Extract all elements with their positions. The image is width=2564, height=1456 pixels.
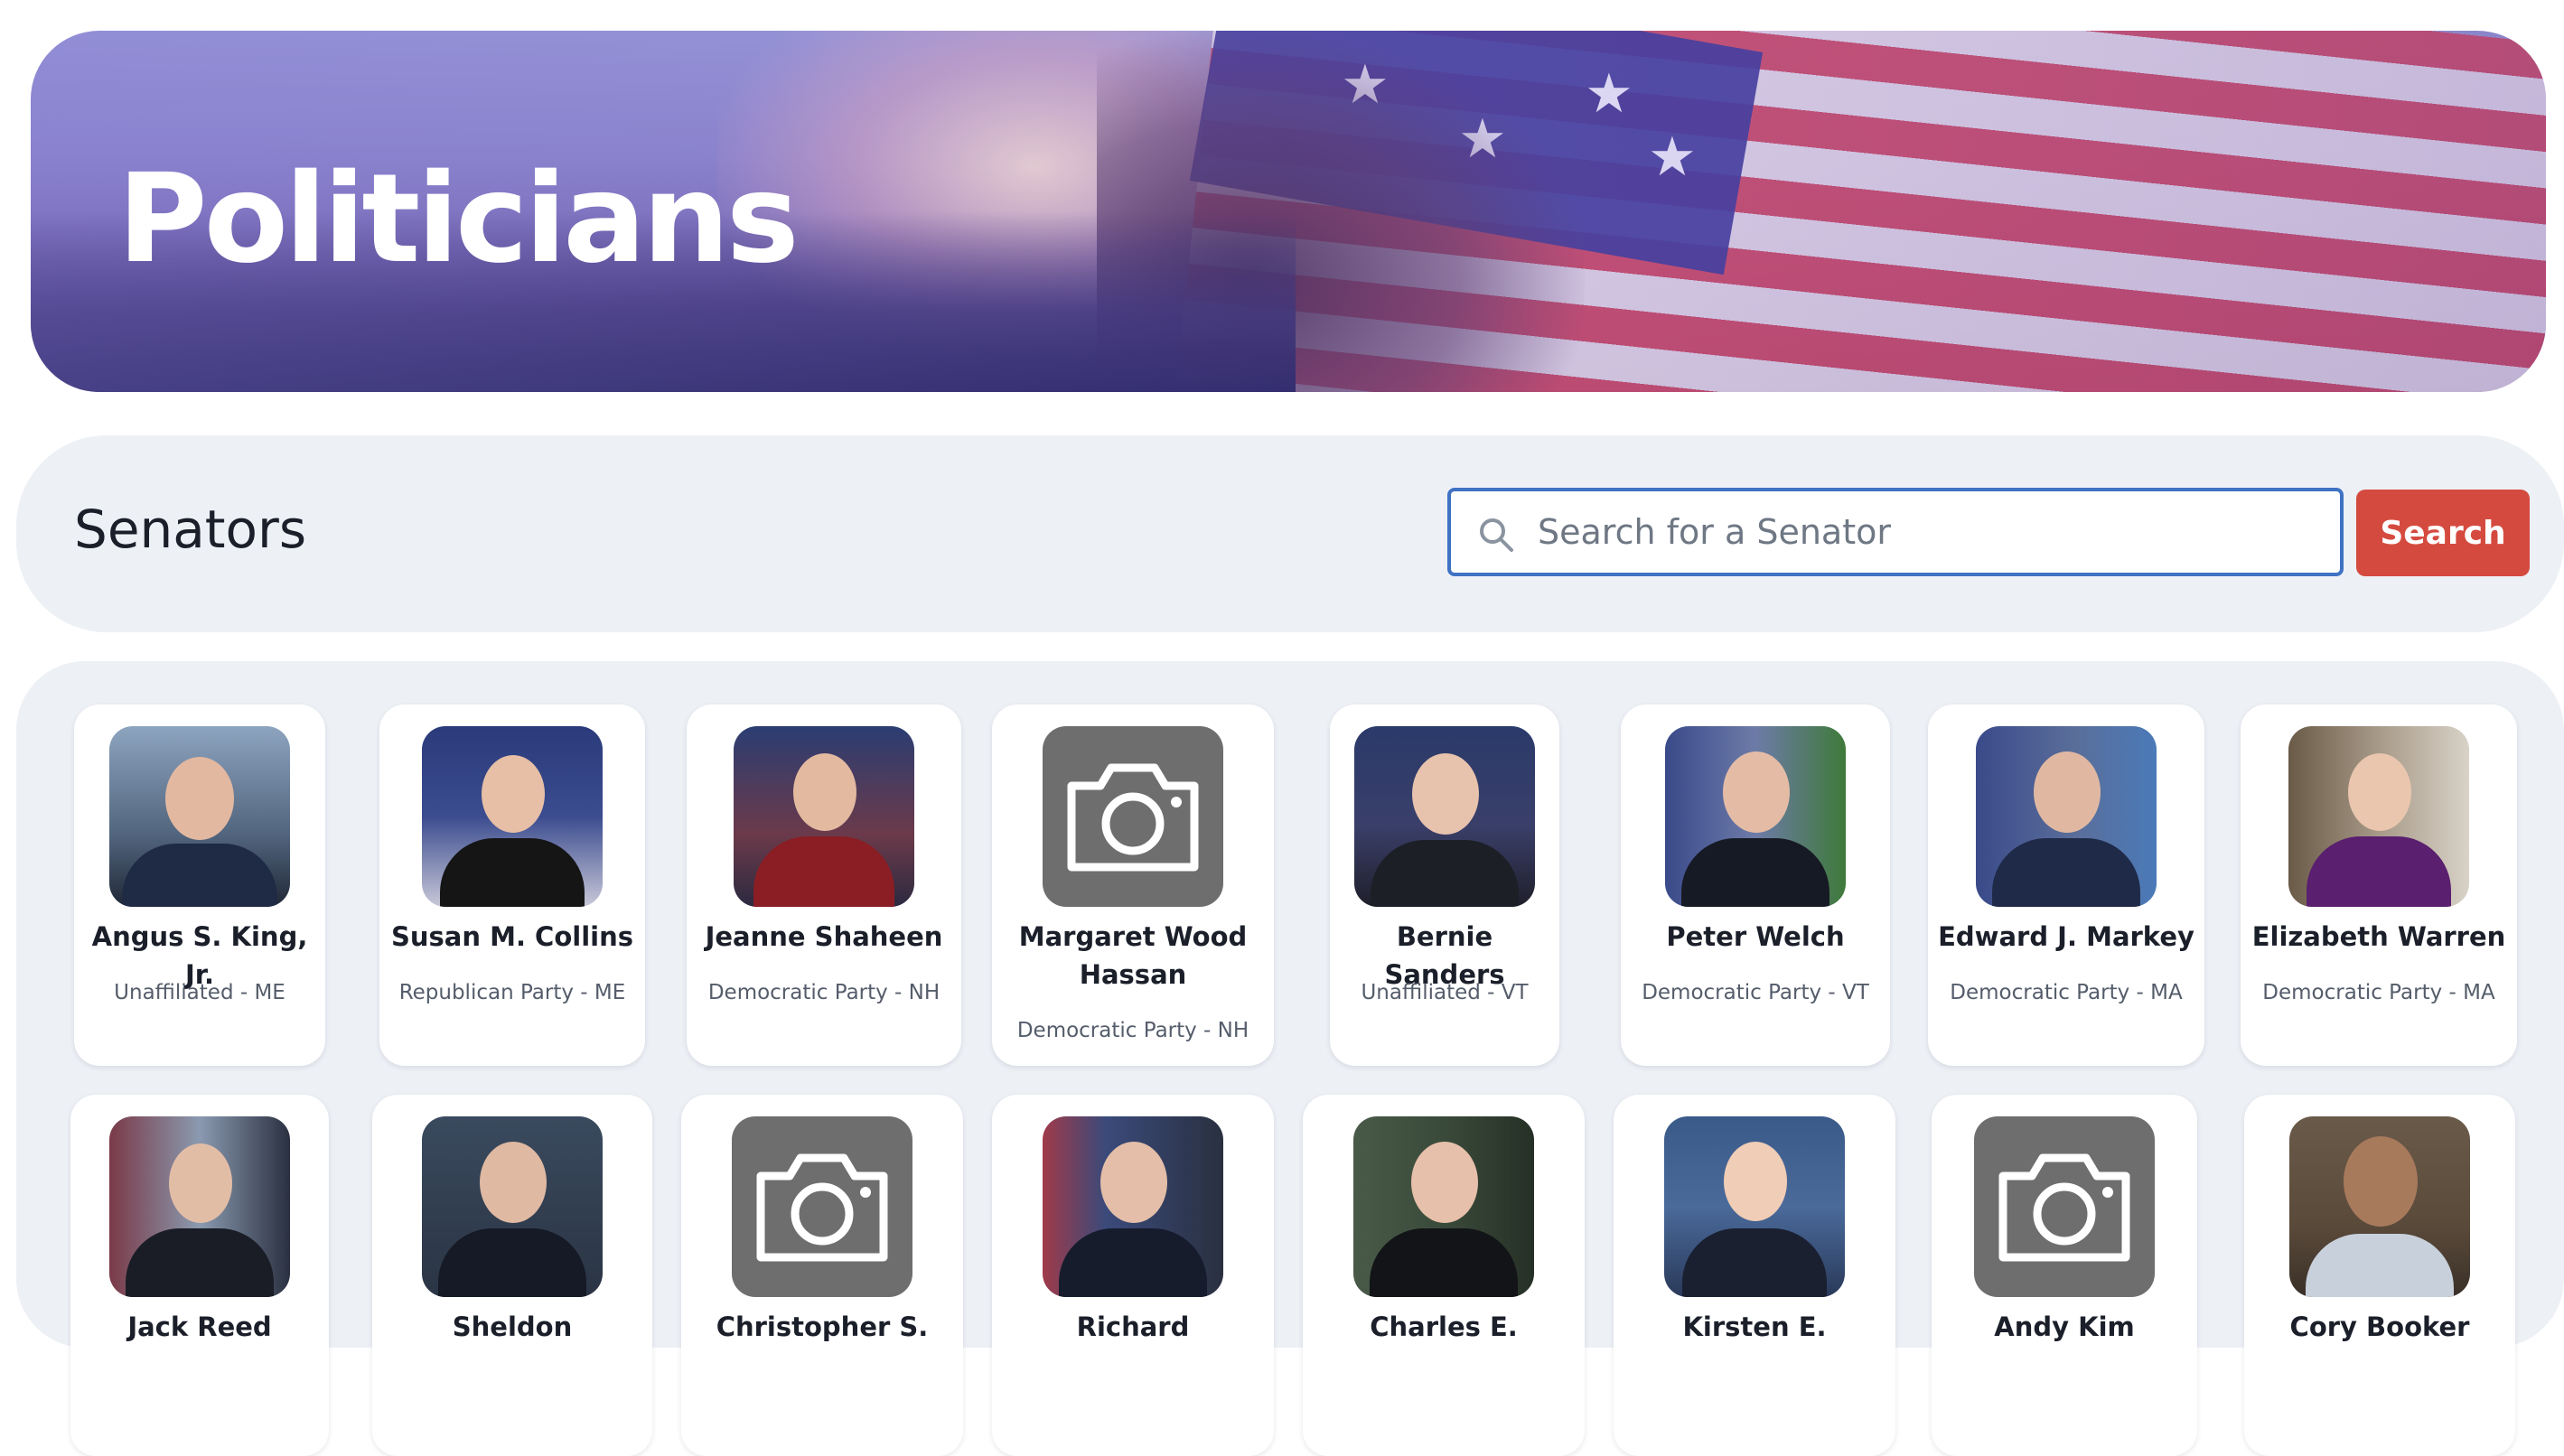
suit (1370, 1228, 1518, 1297)
senator-party: Unaffiliated - VT (1361, 981, 1529, 1004)
senator-photo (422, 726, 603, 907)
face (793, 753, 856, 831)
senator-photo (109, 1116, 290, 1297)
senator-photo (1665, 726, 1846, 907)
senator-card[interactable]: Charles E. (1303, 1095, 1585, 1456)
face (169, 1143, 232, 1223)
senator-name: Andy Kim (1994, 1311, 2135, 1342)
search-button[interactable]: Search (2356, 490, 2530, 576)
search-input[interactable] (1538, 491, 2333, 573)
senator-photo (1353, 1116, 1534, 1297)
senator-party: Democratic Party - NH (1016, 1019, 1249, 1042)
face (2348, 753, 2411, 831)
senator-name: Susan M. Collins (390, 921, 633, 952)
suit (122, 844, 277, 907)
senator-name: Charles E. (1370, 1311, 1518, 1342)
face (480, 1142, 547, 1223)
senator-name: Sheldon (452, 1311, 573, 1342)
senator-photo (2288, 726, 2469, 907)
suit (438, 1228, 586, 1297)
senator-card[interactable]: Jack Reed (70, 1095, 329, 1456)
senator-card[interactable]: Andy Kim (1932, 1095, 2197, 1456)
hero-banner: ★ ★ ★ ★ Politicians (31, 31, 2546, 392)
senator-party: Democratic Party - NH (707, 981, 940, 1004)
senator-name: Peter Welch (1666, 921, 1845, 952)
senator-party: Democratic Party - MA (1950, 981, 2183, 1004)
senator-card[interactable]: Christopher S. (681, 1095, 963, 1456)
senator-photo-placeholder (1043, 726, 1223, 907)
face (165, 757, 234, 840)
suit (1992, 838, 2140, 907)
senator-card[interactable]: Kirsten E. (1614, 1095, 1895, 1456)
senator-grid: Angus S. King, Jr. Unaffiliated - ME Sus… (16, 661, 2564, 1456)
senator-name: Richard (1076, 1311, 1190, 1342)
senator-card[interactable]: Richard (992, 1095, 1274, 1456)
face (1100, 1142, 1167, 1223)
face (1724, 1142, 1787, 1221)
senator-party: Democratic Party - MA (2262, 981, 2495, 1004)
camera-icon (756, 1153, 888, 1262)
senator-photo (1043, 1116, 1223, 1297)
suit (1059, 1228, 1207, 1297)
face (1412, 753, 1479, 835)
suit (1681, 838, 1829, 907)
search-icon (1480, 518, 1513, 552)
senator-name: Kirsten E. (1682, 1311, 1827, 1342)
senator-card[interactable]: Peter Welch Democratic Party - VT (1621, 705, 1890, 1066)
senator-name: Jeanne Shaheen (705, 921, 943, 952)
senator-card[interactable]: Sheldon (372, 1095, 652, 1456)
section-title: Senators (74, 499, 307, 560)
page-title: Politicians (117, 148, 800, 291)
face (2344, 1136, 2418, 1227)
senator-card[interactable]: Jeanne Shaheen Democratic Party - NH (687, 705, 961, 1066)
senator-name: Elizabeth Warren (2251, 921, 2506, 952)
senator-party: Republican Party - ME (398, 981, 626, 1004)
suit (440, 838, 585, 907)
senator-name: Jack Reed (127, 1311, 272, 1342)
senator-photo (109, 726, 290, 907)
senator-photo (1976, 726, 2157, 907)
senator-photo (422, 1116, 603, 1297)
senator-name: Cory Booker (2289, 1311, 2470, 1342)
senator-card[interactable]: Edward J. Markey Democratic Party - MA (1928, 705, 2204, 1066)
face (482, 755, 545, 833)
senator-name: Edward J. Markey (1938, 921, 2194, 952)
face (1411, 1142, 1478, 1223)
search-field[interactable] (1447, 488, 2344, 576)
senators-header-bar: Senators Search (16, 435, 2564, 632)
senator-photo (1354, 726, 1535, 907)
suit (753, 836, 894, 907)
camera-icon (1998, 1153, 2130, 1262)
senator-photo (734, 726, 914, 907)
suit (2307, 836, 2451, 907)
senator-photo-placeholder (1974, 1116, 2155, 1297)
senator-party: Unaffiliated - ME (114, 981, 285, 1004)
senator-card[interactable]: Elizabeth Warren Democratic Party - MA (2241, 705, 2517, 1066)
senator-party: Democratic Party - VT (1642, 981, 1869, 1004)
suit (1682, 1228, 1827, 1297)
senator-card[interactable]: Bernie Sanders Unaffiliated - VT (1330, 705, 1559, 1066)
senator-photo-placeholder (732, 1116, 912, 1297)
suit (1371, 840, 1519, 907)
senator-card[interactable]: Susan M. Collins Republican Party - ME (379, 705, 645, 1066)
senator-name: Margaret Wood Hassan (1018, 921, 1248, 990)
senator-photo (1664, 1116, 1845, 1297)
senator-card[interactable]: Angus S. King, Jr. Unaffiliated - ME (74, 705, 325, 1066)
suit (126, 1228, 274, 1297)
senator-card[interactable]: Margaret Wood Hassan Democratic Party - … (992, 705, 1274, 1066)
senator-card[interactable]: Cory Booker (2244, 1095, 2515, 1456)
senator-photo (2289, 1116, 2470, 1297)
face (2034, 751, 2101, 833)
camera-icon (1067, 763, 1199, 872)
senator-name: Christopher S. (716, 1311, 929, 1342)
face (1723, 751, 1790, 833)
suit (2306, 1234, 2454, 1297)
